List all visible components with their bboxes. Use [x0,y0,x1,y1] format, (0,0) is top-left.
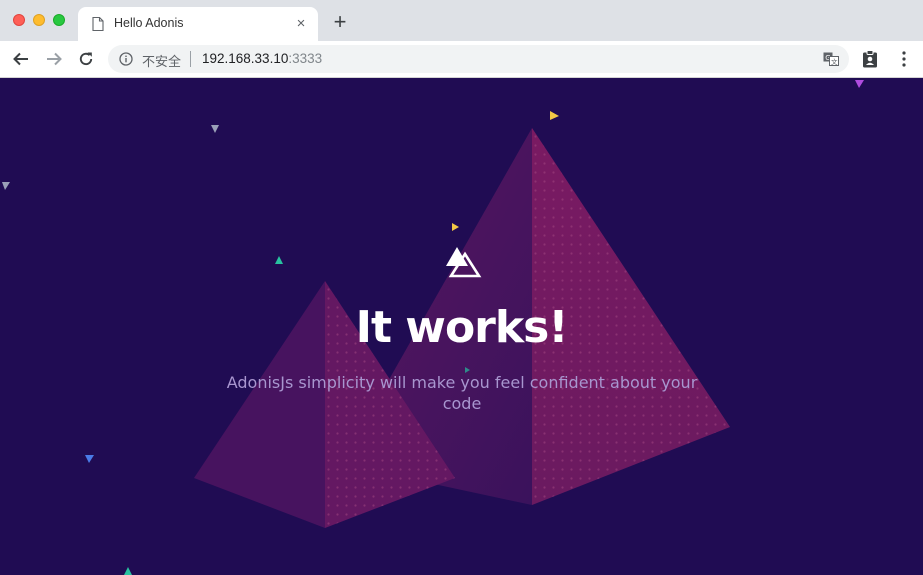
browser-toolbar: 不安全 192.168.33.10:3333 G 文 [0,41,923,78]
tab-close-icon[interactable]: × [292,15,310,33]
decor-triangle [855,80,864,88]
svg-text:文: 文 [831,57,838,66]
tab-strip: Hello Adonis × + [0,0,923,41]
close-window-button[interactable] [13,14,25,26]
info-icon[interactable] [119,52,133,66]
tab-title: Hello Adonis [114,16,184,30]
reload-button[interactable] [74,47,98,71]
url-host: 192.168.33.10 [202,51,289,66]
reload-icon [79,52,93,66]
security-label[interactable]: 不安全 [142,51,181,70]
adonis-logo-icon [446,247,482,278]
decor-triangle [211,125,219,133]
browser-tab[interactable]: Hello Adonis × [78,7,318,41]
decor-triangle [452,223,459,231]
forward-arrow-icon [47,52,62,66]
forward-button[interactable] [42,47,66,71]
decor-triangle [275,256,283,264]
hero-subtitle: AdonisJs simplicity will make you feel c… [226,373,698,413]
new-tab-button[interactable]: + [330,11,350,33]
document-icon [92,17,104,31]
page-content: It works! AdonisJs simplicity will make … [0,78,923,575]
hero-title: It works! [355,302,569,353]
back-button[interactable] [9,47,33,71]
decor-triangle [85,455,94,463]
decor-triangle [550,111,559,120]
decor-triangle [124,567,132,575]
back-arrow-icon [13,52,28,66]
url-port: :3333 [288,51,323,66]
translate-icon[interactable]: G 文 [823,52,839,66]
clipboard-extension-icon[interactable] [862,50,878,68]
address-bar[interactable]: 不安全 192.168.33.10:3333 G 文 [108,45,849,73]
minimize-window-button[interactable] [33,14,45,26]
more-vert-icon[interactable] [898,50,910,68]
decor-triangle [2,182,10,190]
url-text[interactable]: 192.168.33.10:3333 [202,51,322,66]
maximize-window-button[interactable] [53,14,65,26]
omnibox-separator [190,51,191,67]
